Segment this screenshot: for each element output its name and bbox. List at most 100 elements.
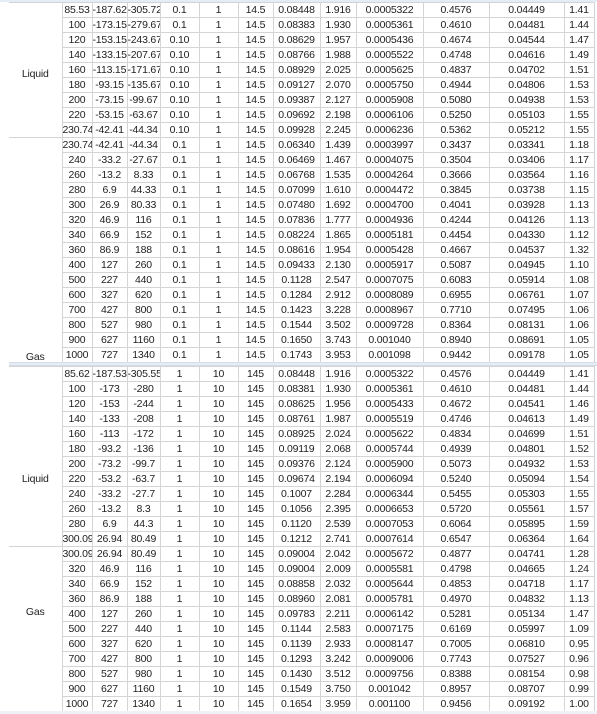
table-cell[interactable]: 1 <box>159 696 200 712</box>
table-cell[interactable]: 127 <box>91 257 128 273</box>
table-cell[interactable]: 145 <box>237 636 274 652</box>
table-cell[interactable]: 227 <box>91 272 128 288</box>
table-cell[interactable]: 0.04938 <box>488 92 565 108</box>
table-cell[interactable]: 1 <box>198 347 239 363</box>
table-cell[interactable]: 44.33 <box>126 182 161 198</box>
table-cell[interactable]: 627 <box>91 332 128 348</box>
table-cell[interactable]: 0.05561 <box>488 501 565 517</box>
table-cell[interactable]: -171.67 <box>126 62 161 78</box>
table-cell[interactable]: 100 <box>61 381 93 397</box>
table-cell[interactable]: 0.4837 <box>422 62 490 78</box>
table-cell[interactable]: 320 <box>61 212 93 228</box>
table-cell[interactable]: 14.5 <box>237 32 274 48</box>
table-cell[interactable]: 0.0004075 <box>355 152 424 168</box>
table-cell[interactable]: 0.0004700 <box>355 197 424 213</box>
table-cell[interactable]: 1.53 <box>563 92 595 108</box>
table-cell[interactable]: 14.5 <box>237 122 274 138</box>
table-row[interactable]: 700 427 800 0.1 1 14.5 0.1423 3.228 0.0008967 0.7… <box>9 302 595 318</box>
table-row[interactable]: 100 -173 -280 1 10 145 0.08381 1.930 0.0005361 0.… <box>9 381 595 397</box>
table-cell[interactable]: 3.228 <box>319 302 357 318</box>
table-row[interactable]: 600 327 620 1 10 145 0.1139 2.933 0.0008147 0.700… <box>9 636 595 652</box>
table-cell[interactable]: 14.5 <box>237 197 274 213</box>
table-row[interactable]: 320 46.9 116 0.1 1 14.5 0.07836 1.777 0.0004936 0… <box>9 212 595 228</box>
table-cell[interactable]: 0.04613 <box>488 411 565 427</box>
table-cell[interactable]: 327 <box>91 636 128 652</box>
table-cell[interactable]: 400 <box>61 257 93 273</box>
table-cell[interactable]: 2.583 <box>319 621 357 637</box>
table-row[interactable]: Gas 230.74 -42.41 -44.34 0.1 1 14.5 0.06340 1.43… <box>9 137 595 363</box>
table-cell[interactable]: 1.32 <box>563 242 595 258</box>
table-cell[interactable]: 427 <box>91 302 128 318</box>
table-cell[interactable]: 0.1293 <box>272 651 321 667</box>
table-cell[interactable]: 2.124 <box>319 456 357 472</box>
table-cell[interactable]: -44.34 <box>126 122 161 138</box>
table-cell[interactable]: 0.06469 <box>272 152 321 168</box>
table-cell[interactable]: 360 <box>61 591 93 607</box>
table-row[interactable]: 300 26.9 80.33 0.1 1 14.5 0.07480 1.692 0.000470… <box>9 197 595 213</box>
table-cell[interactable]: 2.933 <box>319 636 357 652</box>
table-cell[interactable]: 1.954 <box>319 242 357 258</box>
table-cell[interactable]: 1.10 <box>563 257 595 273</box>
table-cell[interactable]: 0.08383 <box>272 17 321 33</box>
table-cell[interactable]: 0.08766 <box>272 47 321 63</box>
table-cell[interactable]: 152 <box>126 576 161 592</box>
table-cell[interactable]: 0.3437 <box>422 137 490 153</box>
table-cell[interactable]: 1.930 <box>319 381 357 397</box>
table-cell[interactable]: 1340 <box>126 347 161 363</box>
table-cell[interactable]: 0.08960 <box>272 591 321 607</box>
table-cell[interactable]: -113 <box>91 426 128 442</box>
table-cell[interactable]: 0.001098 <box>355 347 424 363</box>
table-cell[interactable]: 1.28 <box>563 546 595 562</box>
table-cell[interactable]: 1 <box>159 441 200 457</box>
table-row[interactable]: 280 6.9 44.3 1 10 145 0.1120 2.539 0.0007053 0.60… <box>9 516 595 532</box>
table-cell[interactable]: 0.09376 <box>272 456 321 472</box>
table-cell[interactable]: 86.9 <box>91 591 128 607</box>
table-cell[interactable]: 0.04449 <box>488 2 565 18</box>
table-cell[interactable]: 10 <box>198 366 239 382</box>
table-cell[interactable]: 260 <box>61 501 93 517</box>
table-cell[interactable]: 0.0006236 <box>355 122 424 138</box>
table-row[interactable]: 600 327 620 0.1 1 14.5 0.1284 2.912 0.0008089 0.6… <box>9 287 595 303</box>
table-cell[interactable]: 0.5240 <box>422 471 490 487</box>
table-cell[interactable]: 1 <box>198 242 239 258</box>
table-cell[interactable]: 145 <box>237 531 274 547</box>
table-cell[interactable]: 0.10 <box>159 47 200 63</box>
table-cell[interactable]: 145 <box>237 456 274 472</box>
table-cell[interactable]: -63.7 <box>126 471 161 487</box>
table-cell[interactable]: 116 <box>126 212 161 228</box>
table-cell[interactable]: 0.4454 <box>422 227 490 243</box>
table-cell[interactable]: 0.08925 <box>272 426 321 442</box>
table-cell[interactable]: 0.09692 <box>272 107 321 123</box>
table-cell[interactable]: 1.47 <box>563 32 595 48</box>
table-cell[interactable]: 10 <box>198 576 239 592</box>
table-cell[interactable]: 26.9 <box>91 197 128 213</box>
table-row[interactable]: 320 46.9 116 1 10 145 0.09004 2.009 0.0005581 0.4… <box>9 561 595 577</box>
table-cell[interactable]: 80.49 <box>126 531 161 547</box>
table-cell[interactable]: 0.7005 <box>422 636 490 652</box>
table-cell[interactable]: 1 <box>198 167 239 183</box>
table-cell[interactable]: 0.0009728 <box>355 317 424 333</box>
table-cell[interactable]: 80.49 <box>126 546 161 562</box>
table-cell[interactable]: 1.41 <box>563 366 595 382</box>
table-cell[interactable]: 14.5 <box>237 227 274 243</box>
table-cell[interactable]: -187.62 <box>91 2 128 18</box>
table-cell[interactable]: 0.10 <box>159 62 200 78</box>
table-cell[interactable]: 220 <box>61 471 93 487</box>
table-cell[interactable]: 0.5455 <box>422 486 490 502</box>
table-row[interactable]: 140 -133.15 -207.67 0.10 1 14.5 0.08766 1.988 0.… <box>9 47 595 63</box>
table-cell[interactable]: 1.49 <box>563 411 595 427</box>
table-cell[interactable]: 14.5 <box>237 302 274 318</box>
table-cell[interactable]: 1.13 <box>563 212 595 228</box>
table-cell[interactable]: 0.001100 <box>355 696 424 712</box>
table-cell[interactable]: 188 <box>126 591 161 607</box>
table-cell[interactable]: 0.5362 <box>422 122 490 138</box>
table-cell[interactable]: 0.0005750 <box>355 77 424 93</box>
table-cell[interactable]: 980 <box>126 666 161 682</box>
table-cell[interactable]: -53.2 <box>91 471 128 487</box>
table-cell[interactable]: 0.08929 <box>272 62 321 78</box>
table-cell[interactable]: 14.5 <box>237 287 274 303</box>
table-cell[interactable]: 0.09004 <box>272 546 321 562</box>
table-cell[interactable]: 300.09 <box>61 546 93 562</box>
table-cell[interactable]: 14.5 <box>237 77 274 93</box>
table-cell[interactable]: 0.0005781 <box>355 591 424 607</box>
